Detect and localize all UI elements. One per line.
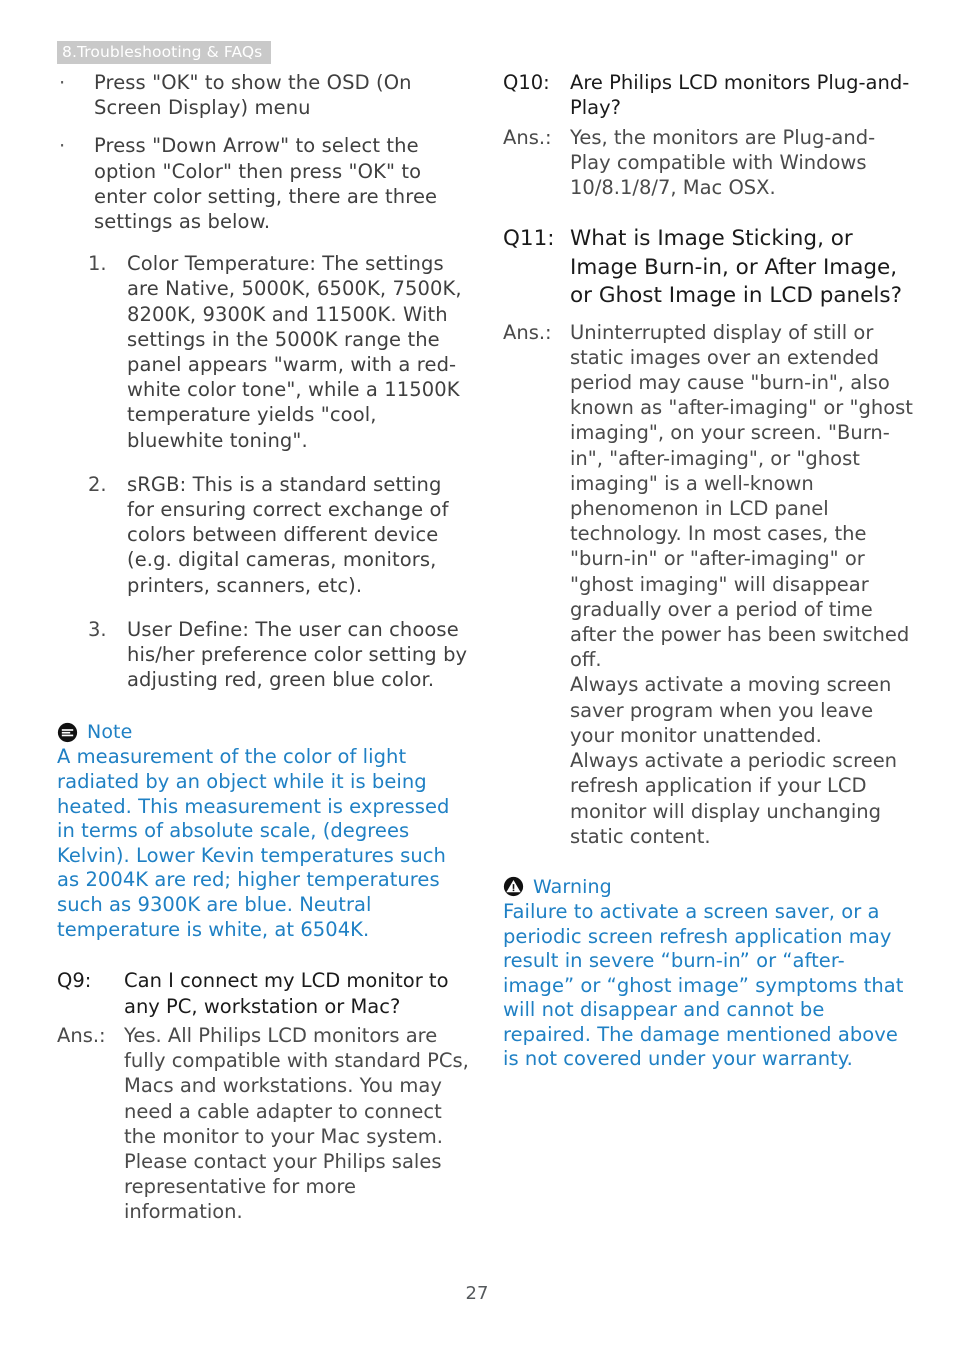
list-item-number: 2. (88, 472, 107, 496)
faq-answer-text: Uninterrupted display of still or static… (570, 320, 913, 848)
warning-callout: Warning Failure to activate a screen sav… (503, 875, 915, 1072)
list-item: · Press "OK" to show the OSD (On Screen … (57, 70, 469, 120)
faq-answer-row: Ans.: Uninterrupted display of still or … (503, 320, 915, 849)
faq-answer-label: Ans.: (57, 1024, 106, 1048)
list-item: 1. Color Temperature: The settings are N… (88, 251, 469, 453)
warning-title: Warning (533, 875, 612, 898)
list-item-text: Press "OK" to show the OSD (On Screen Di… (94, 71, 412, 120)
page: 8.Troubleshooting & FAQs · Press "OK" to… (0, 0, 954, 1354)
faq-question-label: Q10: (503, 71, 550, 94)
faq-answer-row: Ans.: Yes, the monitors are Plug-and-Pla… (503, 125, 915, 201)
faq-question-row: Q9: Can I connect my LCD monitor to any … (57, 968, 469, 1019)
faq-question-row: Q11: What is Image Sticking, or Image Bu… (503, 225, 915, 310)
faq-q9: Q9: Can I connect my LCD monitor to any … (57, 968, 469, 1224)
chapter-header-band: 8.Troubleshooting & FAQs (57, 41, 272, 64)
note-callout-header: Note (57, 720, 469, 744)
faq-q10: Q10: Are Philips LCD monitors Plug-and- … (503, 70, 915, 200)
color-settings-numbered-list: 1. Color Temperature: The settings are N… (57, 251, 469, 692)
osd-bullet-list: · Press "OK" to show the OSD (On Screen … (57, 70, 469, 234)
bullet-marker-icon: · (59, 134, 66, 158)
list-item: 2. sRGB: This is a standard setting for … (88, 472, 469, 598)
bullet-marker-icon: · (59, 71, 66, 94)
note-callout: Note A measurement of the color of light… (57, 720, 469, 942)
faq-answer-label: Ans.: (503, 125, 552, 149)
page-number: 27 (465, 1283, 489, 1304)
faq-question-label: Q9: (57, 969, 92, 993)
faq-question-text: What is Image Sticking, or Image Burn-in… (570, 226, 902, 309)
note-title: Note (87, 721, 133, 744)
list-item: 3. User Define: The user can choose his/… (88, 617, 469, 693)
list-item-number: 1. (88, 252, 107, 276)
faq-answer-row: Ans.: Yes. All Philips LCD monitors are … (57, 1023, 469, 1225)
list-item-text: Press "Down Arrow" to select the option … (94, 134, 438, 234)
warning-callout-header: Warning (503, 875, 915, 899)
faq-answer-label: Ans.: (503, 320, 552, 344)
list-item-text: User Define: The user can choose his/her… (127, 617, 468, 692)
warning-icon (503, 876, 524, 897)
warning-body: Failure to activate a screen saver, or a… (503, 899, 904, 1071)
list-item: · Press "Down Arrow" to select the optio… (57, 133, 469, 234)
note-body: A measurement of the color of light radi… (57, 745, 450, 941)
faq-question-text: Can I connect my LCD monitor to any PC, … (124, 969, 449, 1018)
faq-answer-text: Yes, the monitors are Plug-and-Play comp… (570, 125, 876, 200)
faq-question-row: Q10: Are Philips LCD monitors Plug-and- … (503, 70, 915, 121)
right-column: Q10: Are Philips LCD monitors Plug-and- … (503, 70, 915, 1072)
faq-question-text: Are Philips LCD monitors Plug-and- Play? (570, 71, 910, 120)
faq-q11: Q11: What is Image Sticking, or Image Bu… (503, 225, 915, 848)
note-icon (57, 722, 78, 743)
list-item-number: 3. (88, 617, 107, 641)
list-item-text: sRGB: This is a standard setting for ens… (127, 472, 449, 597)
faq-question-label: Q11: (503, 226, 555, 252)
left-column: · Press "OK" to show the OSD (On Screen … (57, 70, 469, 1225)
list-item-text: Color Temperature: The settings are Nati… (127, 252, 462, 452)
faq-answer-text: Yes. All Philips LCD monitors are fully … (124, 1024, 469, 1224)
